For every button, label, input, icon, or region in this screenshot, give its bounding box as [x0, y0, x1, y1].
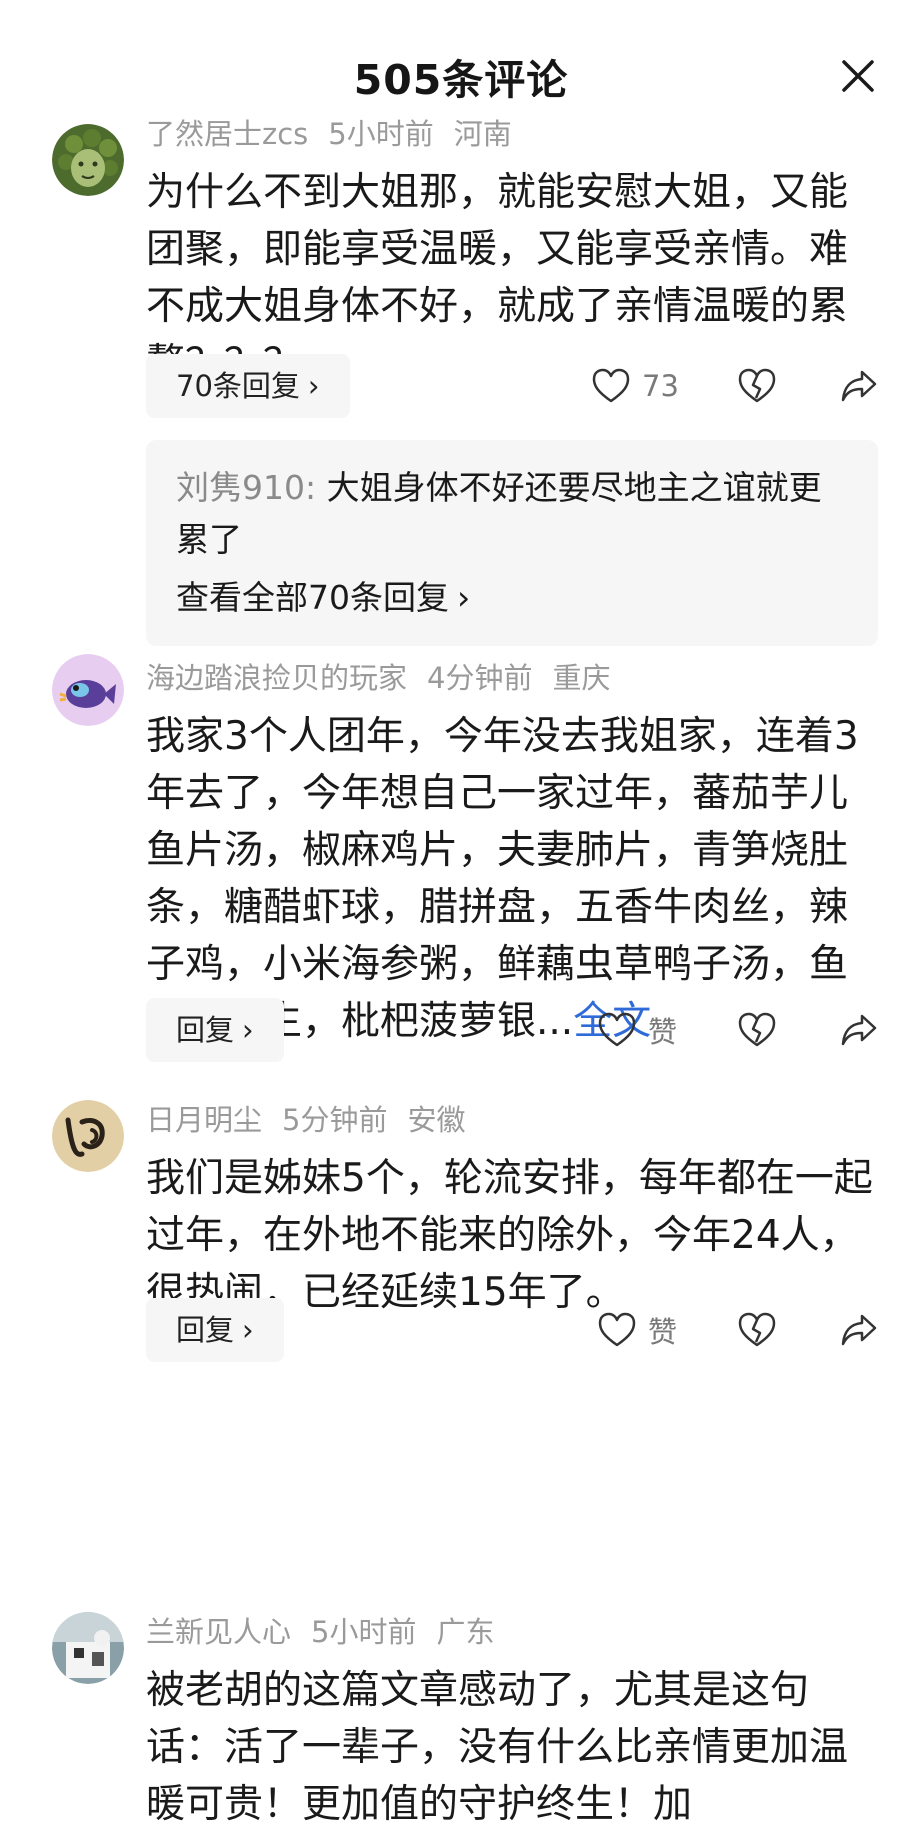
like-label: 赞: [648, 1315, 678, 1349]
heart-icon: [598, 1312, 636, 1347]
like-button[interactable]: 赞: [598, 1010, 677, 1050]
comment-text: 被老胡的这篇文章感动了，尤其是这句话：活了一辈子，没有什么比亲情更加温暖可贵！更…: [146, 1668, 849, 1827]
username[interactable]: 日月明尘: [146, 1103, 262, 1137]
reply-label: 回复: [176, 1013, 235, 1047]
reply-button[interactable]: 回复 ›: [146, 998, 284, 1062]
chevron-right-icon: ›: [457, 578, 471, 617]
comment-text: 我们是姊妹5个，轮流安排，每年都在一起过年，在外地不能来的除外，今年24人，很热…: [146, 1156, 873, 1315]
reply-label: 回复: [176, 1313, 235, 1347]
reply-preview-line: 刘隽910: 大姐身体不好还要尽地主之谊就更累了: [176, 462, 848, 566]
broken-heart-icon: [738, 1012, 776, 1047]
like-count: 73: [642, 369, 679, 403]
heart-icon: [598, 1012, 636, 1047]
timestamp: 5小时前: [328, 117, 434, 151]
view-all-label: 查看全部70条回复: [176, 578, 449, 617]
username[interactable]: 海边踏浪捡贝的玩家: [146, 661, 407, 695]
comment-meta: 了然居士zcs 5小时前 河南: [146, 114, 532, 154]
timestamp: 5分钟前: [282, 1103, 388, 1137]
chevron-right-icon: ›: [242, 1313, 254, 1347]
chevron-right-icon: ›: [242, 1013, 254, 1047]
dislike-button[interactable]: [738, 366, 776, 406]
reply-button[interactable]: 回复 ›: [146, 1298, 284, 1362]
like-button[interactable]: 73: [592, 366, 679, 406]
share-button[interactable]: [840, 1310, 878, 1350]
location: 广东: [436, 1615, 495, 1649]
broken-heart-icon: [738, 1312, 776, 1347]
username[interactable]: 了然居士zcs: [146, 117, 308, 151]
broken-heart-icon: [738, 368, 776, 403]
replies-label: 70条回复: [176, 369, 300, 403]
share-icon: [841, 1014, 877, 1046]
share-button[interactable]: [840, 1010, 878, 1050]
share-icon: [841, 1314, 877, 1346]
avatar[interactable]: [52, 1100, 124, 1172]
reply-preview: 刘隽910: 大姐身体不好还要尽地主之谊就更累了 查看全部70条回复 ›: [146, 440, 878, 646]
comment-meta: 兰新见人心 5小时前 广东: [146, 1612, 514, 1652]
dislike-button[interactable]: [738, 1310, 776, 1350]
heart-icon: [592, 368, 630, 403]
replies-button[interactable]: 70条回复 ›: [146, 354, 350, 418]
dislike-button[interactable]: [738, 1010, 776, 1050]
close-icon[interactable]: [836, 54, 880, 98]
username[interactable]: 兰新见人心: [146, 1615, 291, 1649]
like-label: 赞: [648, 1015, 678, 1049]
location: 安徽: [407, 1103, 466, 1137]
avatar[interactable]: [52, 124, 124, 196]
comment-meta: 日月明尘 5分钟前 安徽: [146, 1100, 485, 1140]
location: 河南: [453, 117, 512, 151]
page-title: 505条评论: [353, 56, 569, 104]
timestamp: 4分钟前: [427, 661, 533, 695]
chevron-right-icon: ›: [307, 369, 320, 403]
timestamp: 5小时前: [311, 1615, 417, 1649]
share-icon: [841, 370, 877, 402]
reply-username[interactable]: 刘隽910:: [176, 468, 316, 507]
avatar[interactable]: [52, 654, 124, 726]
avatar[interactable]: [52, 1612, 124, 1684]
location: 重庆: [552, 661, 611, 695]
like-button[interactable]: 赞: [598, 1310, 677, 1350]
view-all-replies-link[interactable]: 查看全部70条回复 ›: [176, 572, 848, 624]
share-button[interactable]: [840, 366, 878, 406]
comment-text-body: 我家3个人团年，今年没去我姐家，连着3年去了，今年想自己一家过年，蕃茄芋儿鱼片汤…: [146, 714, 859, 1044]
comment-meta: 海边踏浪捡贝的玩家 4分钟前 重庆: [146, 658, 630, 698]
